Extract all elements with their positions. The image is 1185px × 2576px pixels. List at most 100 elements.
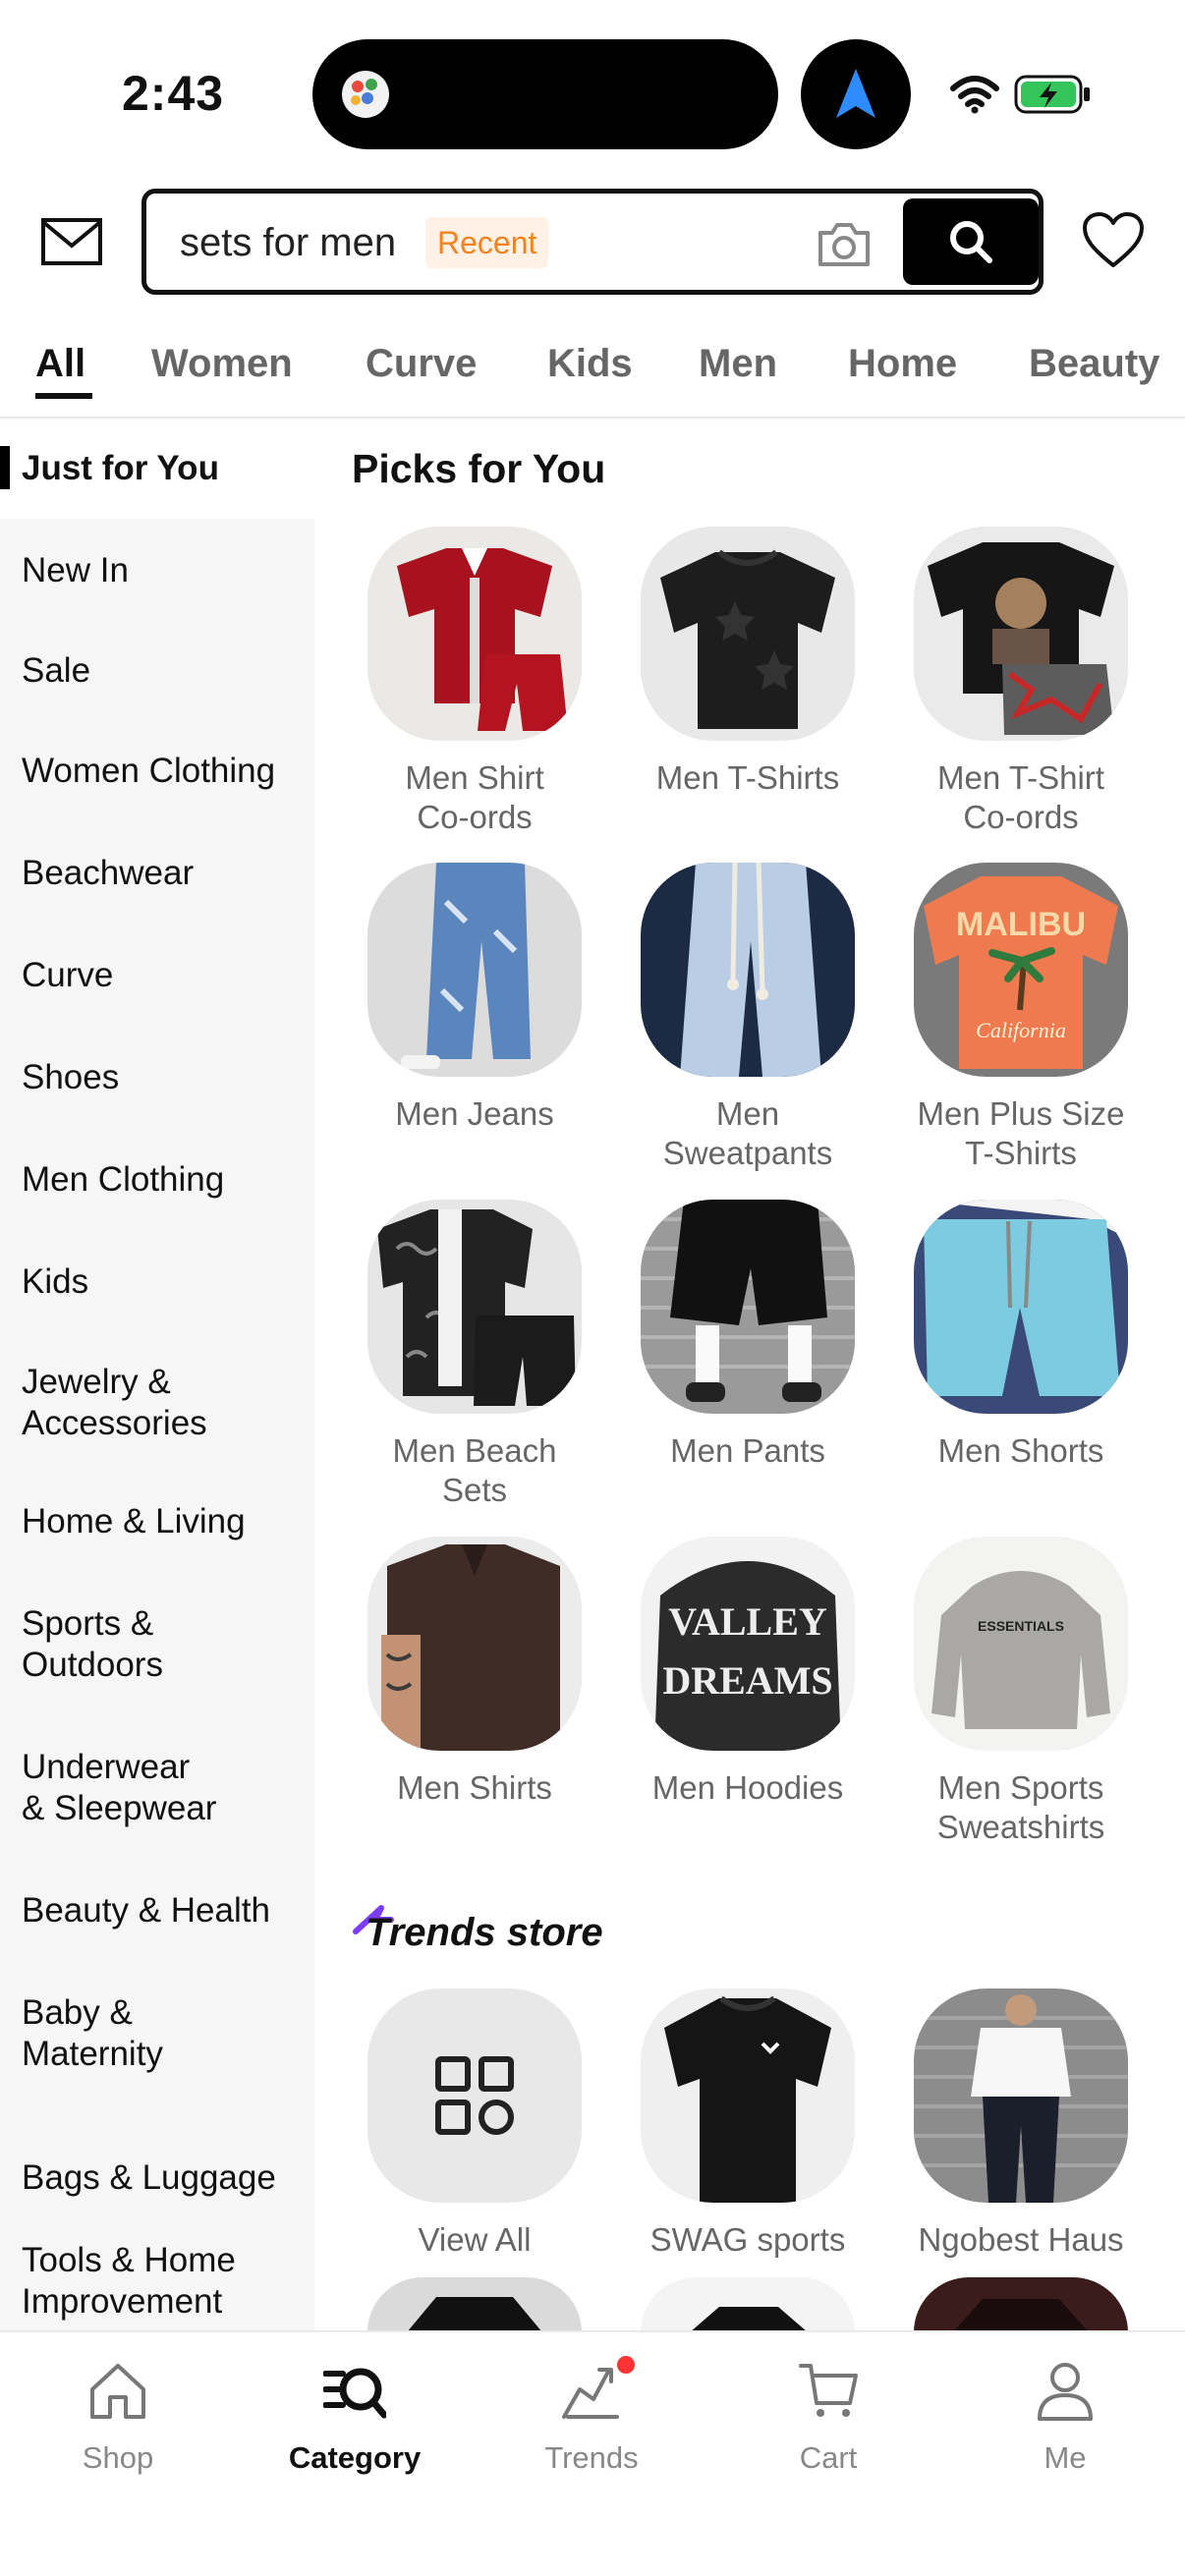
- graphic-tee-set-image: [914, 527, 1128, 741]
- category-label: Men Sweatpants: [662, 1095, 833, 1171]
- nav-category[interactable]: Category: [256, 2360, 453, 2488]
- navigation-activity: [801, 39, 911, 149]
- sidebar-item-label: Bags & Luggage: [22, 2158, 276, 2197]
- search-input[interactable]: sets for men: [180, 221, 396, 265]
- nav-label: Category: [288, 2440, 422, 2475]
- sidebar-item-label: Tools & Home Improvement: [22, 2241, 236, 2321]
- active-indicator: [0, 446, 10, 489]
- cart-icon: [799, 2364, 858, 2417]
- sidebar-item-label: Shoes: [22, 1058, 120, 1096]
- sidebar-item-just-for-you[interactable]: Just for You: [0, 419, 314, 519]
- nav-shop[interactable]: Shop: [20, 2360, 216, 2488]
- sidebar-item-shoes[interactable]: Shoes: [0, 1020, 314, 1120]
- sidebar-item-label: Beachwear: [22, 854, 195, 892]
- category-label: Men T-Shirts: [655, 759, 840, 796]
- tab-curve[interactable]: Curve: [366, 342, 477, 386]
- sidebar-item-bags[interactable]: Bags & Luggage: [0, 2157, 314, 2216]
- next-item-peek: [367, 2277, 582, 2332]
- sidebar-item-label: Curve: [22, 956, 114, 994]
- app-activity-icon: [342, 71, 389, 118]
- status-bar: 2:43: [0, 0, 1185, 187]
- black-pants-image: [641, 1200, 855, 1414]
- svg-text:DREAMS: DREAMS: [662, 1658, 832, 1703]
- sidebar-item-home-living[interactable]: Home & Living: [0, 1501, 314, 1560]
- trends-store-logo: Trends store: [352, 1902, 607, 1955]
- category-label: View All: [418, 2221, 532, 2258]
- sidebar-item-jewelry[interactable]: Jewelry & Accessories: [0, 1362, 314, 1470]
- battery-charging-icon: [1014, 75, 1090, 114]
- beach-set-image: [367, 1200, 582, 1414]
- nav-label: Shop: [82, 2440, 154, 2475]
- recent-tag: Recent: [425, 217, 549, 268]
- next-item-peek: [641, 2277, 855, 2332]
- category-label: Ngobest Haus: [918, 2221, 1124, 2258]
- tab-women[interactable]: Women: [151, 342, 293, 386]
- brown-shirt-image: [367, 1537, 582, 1751]
- sidebar-item-label: Just for You: [22, 449, 219, 487]
- camera-icon[interactable]: [815, 219, 874, 270]
- wishlist-heart-icon[interactable]: [1081, 210, 1146, 271]
- top-category-tabs: All Women Curve Kids Men Home Beauty: [0, 334, 1185, 419]
- sidebar-item-men-clothing[interactable]: Men Clothing: [0, 1120, 314, 1220]
- search-button[interactable]: [903, 198, 1039, 285]
- nav-label: Cart: [799, 2440, 858, 2475]
- trends-icon: [562, 2368, 619, 2419]
- category-sidebar: Just for You New In Sale Women Clothing …: [0, 419, 314, 2330]
- category-label: Men Pants: [670, 1432, 825, 1469]
- navigation-arrow-icon: [836, 69, 875, 118]
- sidebar-item-beauty-health[interactable]: Beauty & Health: [0, 1890, 314, 1949]
- sidebar-item-label: Sale: [22, 651, 91, 690]
- mail-icon[interactable]: [39, 210, 104, 275]
- category-label: Men T-Shirt Co-ords: [937, 759, 1104, 835]
- category-label: Men Shirt Co-ords: [405, 759, 544, 835]
- nav-cart[interactable]: Cart: [730, 2360, 927, 2488]
- nav-trends[interactable]: Trends: [493, 2356, 690, 2488]
- sidebar-item-kids[interactable]: Kids: [0, 1220, 314, 1320]
- nav-me[interactable]: Me: [967, 2360, 1163, 2488]
- home-icon: [90, 2364, 145, 2419]
- category-label: Men Shorts: [937, 1432, 1104, 1469]
- search-bar[interactable]: sets for men Recent: [141, 189, 1044, 295]
- black-tee-image: [641, 1988, 855, 2203]
- category-label: Men Hoodies: [651, 1769, 844, 1806]
- svg-text:VALLEY: VALLEY: [668, 1599, 827, 1644]
- active-tab-indicator: [35, 393, 92, 399]
- sidebar-item-label: Women Clothing: [22, 752, 276, 790]
- trends-store-logo-graphic: Trends store: [353, 1905, 603, 1954]
- tab-beauty[interactable]: Beauty: [1029, 342, 1159, 386]
- tab-all[interactable]: All: [35, 342, 85, 386]
- red-shirt-set-image: [367, 527, 582, 741]
- search-icon: [950, 221, 992, 263]
- category-label: Men Jeans: [395, 1095, 554, 1132]
- svg-text:Trends store: Trends store: [366, 1911, 603, 1954]
- sidebar-item-label: Jewelry & Accessories: [22, 1363, 207, 1442]
- svg-text:California: California: [976, 1018, 1066, 1042]
- sidebar-item-label: Home & Living: [22, 1502, 246, 1540]
- sidebar-item-underwear[interactable]: Underwear & Sleepwear: [0, 1747, 314, 1835]
- sidebar-item-women-clothing[interactable]: Women Clothing: [0, 719, 314, 819]
- category-search-icon: [323, 2368, 386, 2419]
- sidebar-item-tools[interactable]: Tools & Home Improvement: [0, 2240, 314, 2328]
- sidebar-item-sports[interactable]: Sports & Outdoors: [0, 1603, 314, 1692]
- tab-men[interactable]: Men: [699, 342, 777, 386]
- sidebar-item-label: Underwear & Sleepwear: [22, 1748, 217, 1827]
- sidebar-item-label: Baby & Maternity: [22, 1993, 163, 2073]
- sidebar-item-new-in[interactable]: New In: [0, 519, 314, 619]
- tab-kids[interactable]: Kids: [547, 342, 633, 386]
- grid-icon: [435, 2056, 514, 2135]
- sidebar-item-label: Kids: [22, 1262, 89, 1301]
- sidebar-item-label: Sports & Outdoors: [22, 1604, 163, 1684]
- orange-tee-image: MALIBU California: [914, 863, 1128, 1077]
- tab-home[interactable]: Home: [848, 342, 957, 386]
- svg-text:MALIBU: MALIBU: [956, 906, 1086, 943]
- view-all-tile: [367, 1988, 582, 2203]
- category-label: Men Shirts: [397, 1769, 552, 1806]
- sidebar-item-baby[interactable]: Baby & Maternity: [0, 1992, 314, 2081]
- sidebar-item-beachwear[interactable]: Beachwear: [0, 819, 314, 920]
- model-outfit-image: [914, 1988, 1128, 2203]
- category-label: Men Sports Sweatshirts: [936, 1769, 1105, 1845]
- sidebar-item-sale[interactable]: Sale: [0, 619, 314, 719]
- sidebar-item-curve[interactable]: Curve: [0, 920, 314, 1020]
- dynamic-island: [312, 39, 778, 149]
- sidebar-item-label: Men Clothing: [22, 1160, 225, 1199]
